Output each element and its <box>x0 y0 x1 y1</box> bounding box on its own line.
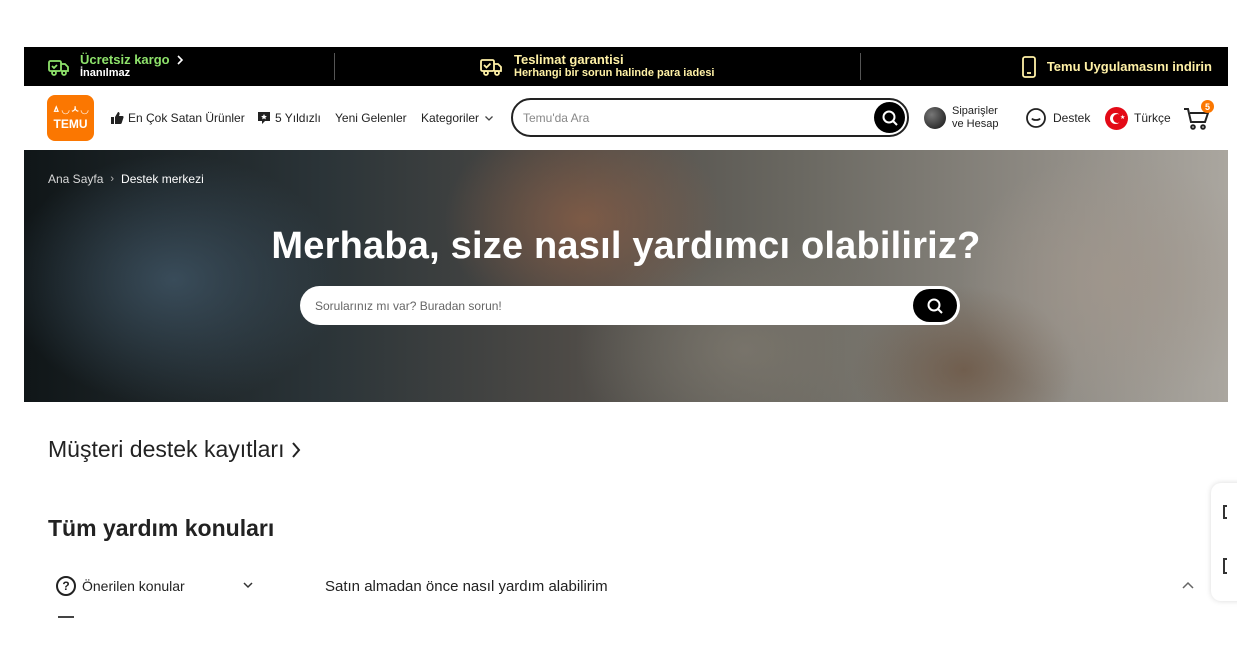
logo-text: TEMU <box>53 117 88 131</box>
promo-divider <box>860 53 861 80</box>
breadcrumb-home[interactable]: Ana Sayfa <box>48 172 103 186</box>
promo-divider <box>334 53 335 80</box>
side-widget-icon <box>1223 505 1227 519</box>
free-shipping-subtitle: İnanılmaz <box>80 67 131 79</box>
chat-support-icon <box>1026 108 1046 128</box>
nav-best-sellers-label: En Çok Satan Ürünler <box>128 111 245 125</box>
orders-account[interactable]: Siparişler ve Hesap <box>924 86 998 150</box>
nav-categories[interactable]: Kategoriler <box>421 86 494 150</box>
chevron-up-icon[interactable] <box>1180 578 1196 592</box>
thumbs-up-icon <box>111 112 124 124</box>
side-widget-icon <box>1223 558 1227 574</box>
help-search <box>300 286 960 325</box>
question-circle-icon: ? <box>56 576 76 596</box>
account-line-1: Siparişler <box>952 105 998 117</box>
floating-side-widget[interactable] <box>1211 483 1237 601</box>
help-search-button[interactable] <box>913 289 957 322</box>
avatar <box>924 107 946 129</box>
nav-new-arrivals[interactable]: Yeni Gelenler <box>335 86 407 150</box>
delivery-guarantee-title: Teslimat garantisi <box>514 52 624 67</box>
category-divider <box>58 616 74 618</box>
delivery-guarantee-promo[interactable]: Teslimat garantisi Herhangi bir sorun ha… <box>480 47 715 86</box>
phone-icon <box>1021 55 1037 78</box>
breadcrumb: Ana Sayfa › Destek merkezi <box>48 172 204 186</box>
search-icon <box>882 110 898 126</box>
page-title: Merhaba, size nasıl yardımcı olabiliriz? <box>271 225 981 267</box>
account-line-2: ve Hesap <box>952 118 999 130</box>
cart-button[interactable]: 5 <box>1182 100 1214 132</box>
language-selector[interactable]: ★ Türkçe <box>1105 86 1171 150</box>
site-header: ㅿ◡ㅅ◡ TEMU En Çok Satan Ürünler 5 Yıldızl… <box>24 86 1228 150</box>
free-shipping-title: Ücretsiz kargo <box>80 52 170 67</box>
download-app-promo[interactable]: Temu Uygulamasını indirin <box>1021 47 1212 86</box>
nav-best-sellers[interactable]: En Çok Satan Ürünler <box>110 86 245 150</box>
page: Ücretsiz kargo İnanılmaz Teslimat garant… <box>24 0 1228 654</box>
help-search-input[interactable] <box>315 296 895 316</box>
logo-mark: ㅿ◡ㅅ◡ <box>51 105 90 116</box>
support-records-link[interactable]: Müşteri destek kayıtları <box>48 436 302 463</box>
chevron-down-icon <box>243 582 253 589</box>
all-topics-heading: Tüm yardım konuları <box>48 515 275 541</box>
breadcrumb-current: Destek merkezi <box>121 172 204 186</box>
nav-new-arrivals-label: Yeni Gelenler <box>335 111 407 125</box>
support-link[interactable]: Destek <box>1025 86 1090 150</box>
breadcrumb-separator: › <box>110 173 115 185</box>
truck-icon <box>48 57 70 77</box>
free-shipping-promo[interactable]: Ücretsiz kargo İnanılmaz <box>48 47 185 86</box>
download-app-text: Temu Uygulamasını indirin <box>1046 59 1212 74</box>
chevron-down-icon <box>485 116 493 121</box>
chevron-right-icon <box>292 441 301 458</box>
temu-logo[interactable]: ㅿ◡ㅅ◡ TEMU <box>47 95 94 141</box>
promo-bar: Ücretsiz kargo İnanılmaz Teslimat garant… <box>24 47 1228 86</box>
header-search-button[interactable] <box>874 102 905 133</box>
star-review-icon <box>258 112 270 124</box>
recommended-topics-label: Önerilen konular <box>82 578 185 594</box>
turkey-flag-icon: ★ <box>1105 106 1128 130</box>
delivery-guarantee-subtitle: Herhangi bir sorun halinde para iadesi <box>514 67 715 79</box>
delivery-guarantee-icon <box>480 57 504 77</box>
search-icon <box>927 298 943 314</box>
first-question-title[interactable]: Satın almadan önce nasıl yardım alabilir… <box>325 578 608 595</box>
support-records-label: Müşteri destek kayıtları <box>48 436 285 462</box>
support-label: Destek <box>1053 111 1091 125</box>
nav-five-stars-label: 5 Yıldızlı <box>275 111 321 125</box>
recommended-topics-category[interactable]: ? Önerilen konular <box>56 576 256 596</box>
nav-categories-label: Kategoriler <box>421 111 480 125</box>
cart-count-badge: 5 <box>1201 100 1214 113</box>
header-search-input[interactable] <box>523 108 863 128</box>
nav-five-stars[interactable]: 5 Yıldızlı <box>257 86 321 150</box>
support-hero: Ana Sayfa › Destek merkezi Merhaba, size… <box>24 150 1228 402</box>
chevron-right-icon <box>177 55 183 65</box>
language-label: Türkçe <box>1134 111 1171 125</box>
header-search <box>511 98 909 137</box>
